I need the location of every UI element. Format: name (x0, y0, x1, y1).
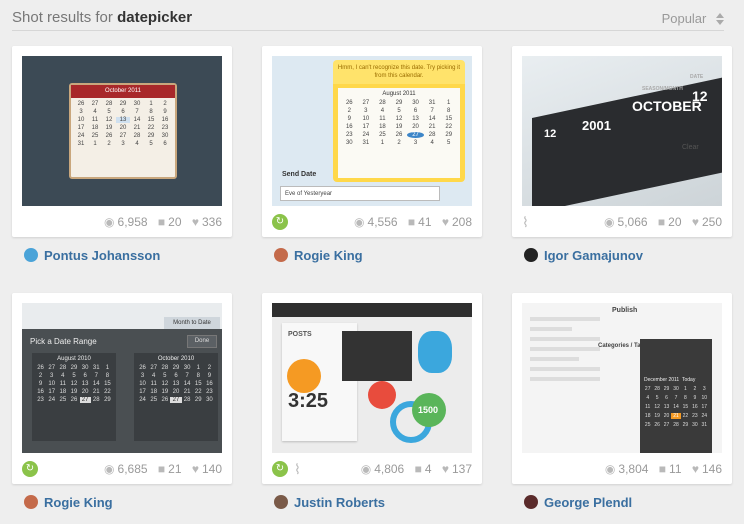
shot-stats: ◉ 4,806 ■ 4 ♥ 137 (354, 462, 472, 476)
rebound-icon[interactable]: ↻ (272, 461, 288, 477)
avatar (24, 495, 38, 509)
shot-card: Month to Date Pick a Date Range Done Aug… (12, 293, 232, 484)
thumb-title: Pick a Date Range (30, 337, 97, 346)
thumb-publish: Publish (612, 307, 638, 314)
attachment-icon[interactable]: ⌇ (294, 461, 301, 478)
comments-stat[interactable]: ■ 41 (408, 215, 432, 229)
thumb-field-value: Eve of Yesteryear (280, 186, 440, 201)
heart-icon: ♥ (691, 215, 699, 229)
search-query: datepicker (117, 9, 193, 26)
comments-stat[interactable]: ■ 11 (659, 462, 682, 476)
thumb-field-label: Send Date (282, 171, 317, 178)
results-header: Shot results for datepicker Popular (12, 0, 724, 31)
shot-card: October 2011 26 27 28 29 30 1 2 3456789 10 11 12… (12, 46, 232, 237)
sort-dropdown[interactable]: Popular (662, 11, 724, 28)
views-stat: ◉ 6,685 (104, 462, 148, 476)
sort-label: Popular (661, 11, 707, 26)
comments-stat[interactable]: ■ 21 (158, 462, 182, 476)
results-prefix: Shot results for (12, 9, 113, 26)
thumb-range: Month to Date (164, 317, 220, 329)
attachment-icon[interactable]: ⌇ (522, 214, 529, 231)
comment-icon: ■ (414, 462, 422, 476)
player-link[interactable]: Rogie King (274, 248, 363, 263)
avatar (524, 495, 538, 509)
thumb-today: Today (682, 377, 696, 383)
heart-icon: ♥ (691, 462, 699, 476)
shot-thumbnail[interactable]: Month to Date Pick a Date Range Done Aug… (22, 303, 222, 453)
likes-stat[interactable]: ♥ 140 (192, 462, 222, 476)
shot-stats: ◉ 4,556 ■ 41 ♥ 208 (347, 215, 472, 229)
results-title: Shot results for datepicker (12, 9, 192, 26)
player-link[interactable]: Pontus Johansson (24, 248, 160, 263)
rebound-icon[interactable]: ↻ (22, 461, 38, 477)
player-link[interactable]: Igor Gamajunov (524, 248, 643, 263)
likes-stat[interactable]: ♥ 146 (692, 462, 722, 476)
shot-stats: ◉ 6,958 ■ 20 ♥ 336 (97, 215, 222, 229)
views-stat: ◉ 3,804 (604, 462, 649, 476)
shot-card: Publish Categories / Tags December 2011 … (512, 293, 732, 484)
thumb-date-label: DATE (690, 74, 704, 80)
avatar (524, 248, 538, 262)
shot-card: Hmm, I can't recognize this date. Try pi… (262, 46, 482, 237)
avatar (274, 495, 288, 509)
likes-stat[interactable]: ♥ 250 (692, 215, 722, 229)
likes-stat[interactable]: ♥ 336 (192, 215, 222, 229)
thumb-month-a: August 2010 (57, 356, 91, 362)
player-link[interactable]: Justin Roberts (274, 495, 385, 510)
comments-stat[interactable]: ■ 20 (158, 215, 182, 229)
eye-icon: ◉ (354, 215, 365, 229)
comment-icon: ■ (157, 462, 166, 476)
thumb-month: October 2011 (71, 85, 175, 98)
thumb-day: 12 (692, 88, 708, 104)
comment-icon: ■ (407, 215, 416, 229)
heart-icon: ♥ (441, 215, 449, 229)
eye-icon: ◉ (604, 215, 615, 229)
avatar (274, 248, 288, 262)
thumb-month-label: SEASON/MONTH (642, 86, 683, 92)
shot-thumbnail[interactable]: October 2011 26 27 28 29 30 1 2 3456789 10 11 12… (22, 56, 222, 206)
likes-stat[interactable]: ♥ 137 (442, 462, 472, 476)
likes-stat[interactable]: ♥ 208 (442, 215, 472, 229)
eye-icon: ◉ (104, 462, 115, 476)
shot-thumbnail[interactable]: Hmm, I can't recognize this date. Try pi… (272, 56, 472, 206)
thumb-stat: 1500 (418, 405, 439, 415)
eye-icon: ◉ (604, 462, 616, 476)
comment-icon: ■ (658, 462, 667, 476)
shot-card: POSTS 3:25 1500 ↻ ⌇ ◉ 4,806 ■ 4 ♥ 137 (262, 293, 482, 484)
shot-stats: ◉ 3,804 ■ 11 ♥ 146 (598, 462, 722, 476)
shot-thumbnail[interactable]: POSTS 3:25 1500 (272, 303, 472, 453)
shot-stats: ◉ 5,066 ■ 20 ♥ 250 (597, 215, 722, 229)
eye-icon: ◉ (104, 215, 115, 229)
heart-icon: ♥ (441, 462, 449, 476)
thumb-month: August 2011 (382, 91, 416, 97)
thumb-month: December 2011 (644, 377, 680, 383)
thumb-month-b: October 2010 (157, 356, 195, 362)
player-link[interactable]: Rogie King (24, 495, 113, 510)
heart-icon: ♥ (191, 462, 199, 476)
views-stat: ◉ 6,958 (104, 215, 148, 229)
player-link[interactable]: George Plendl (524, 495, 632, 510)
comments-stat[interactable]: ■ 20 (658, 215, 682, 229)
shot-card: OCTOBER SEASON/MONTH 12 DATE 2001 12 Cle… (512, 46, 732, 237)
shot-stats: ◉ 6,685 ■ 21 ♥ 140 (97, 462, 222, 476)
comment-icon: ■ (657, 215, 666, 229)
comment-icon: ■ (157, 215, 166, 229)
shot-thumbnail[interactable]: Publish Categories / Tags December 2011 … (522, 303, 722, 453)
eye-icon: ◉ (360, 462, 372, 476)
thumb-year: 2001 (582, 118, 611, 133)
sort-arrows-icon (716, 13, 724, 28)
thumb-done: Done (187, 335, 217, 348)
rebound-icon[interactable]: ↻ (272, 214, 288, 230)
thumb-clear: Clear (682, 144, 699, 151)
thumb-num: 12 (544, 128, 557, 140)
views-stat: ◉ 4,806 (360, 462, 405, 476)
comments-stat[interactable]: ■ 4 (415, 462, 432, 476)
shot-thumbnail[interactable]: OCTOBER SEASON/MONTH 12 DATE 2001 12 Cle… (522, 56, 722, 206)
views-stat: ◉ 4,556 (354, 215, 398, 229)
heart-icon: ♥ (191, 215, 199, 229)
avatar (24, 248, 38, 262)
views-stat: ◉ 5,066 (604, 215, 648, 229)
